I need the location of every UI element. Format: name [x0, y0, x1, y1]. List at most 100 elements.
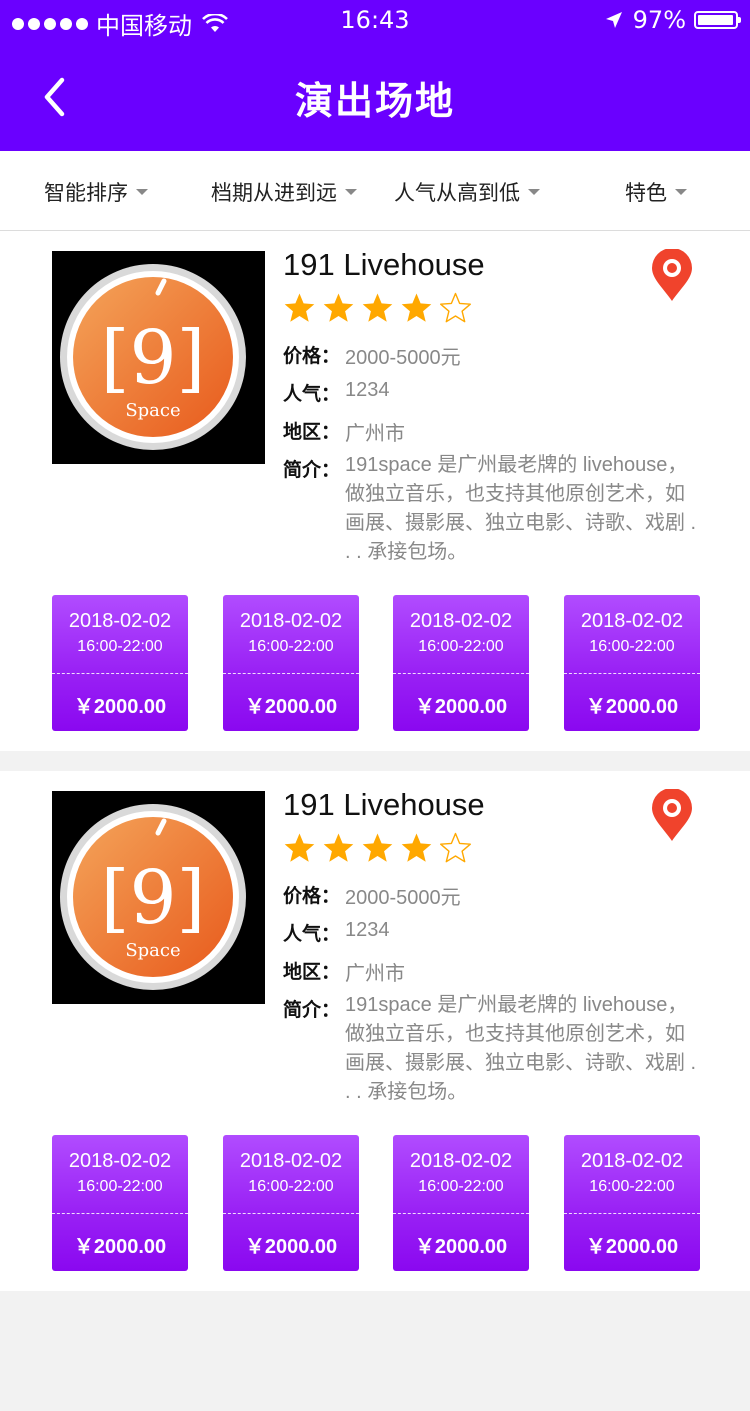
popularity-value: 1234 — [345, 379, 390, 401]
venue-logo-image: [9] Space — [52, 791, 265, 1004]
slot-price: ￥2000.00 — [414, 1236, 508, 1258]
schedule-slot[interactable]: 2018-02-02 16:00-22:00 ￥2000.00 — [52, 1135, 188, 1271]
region-row: 地区： 广州市 — [283, 957, 405, 986]
star-empty-icon — [440, 292, 471, 323]
slot-time: 16:00-22:00 — [589, 638, 675, 655]
slot-date: 2018-02-02 — [580, 610, 684, 632]
price-label: 价格： — [283, 885, 341, 907]
slot-date: 2018-02-02 — [409, 610, 513, 632]
battery-percent: 97% — [632, 6, 686, 34]
region-value: 广州市 — [345, 963, 405, 985]
intro-label: 简介： — [283, 459, 341, 481]
slot-time: 16:00-22:00 — [589, 1178, 675, 1195]
caret-down-icon — [675, 189, 687, 195]
slot-price: ￥2000.00 — [585, 696, 679, 718]
schedule-slot[interactable]: 2018-02-02 16:00-22:00 ￥2000.00 — [52, 595, 188, 731]
venue-name[interactable]: 191 Livehouse — [283, 247, 485, 283]
svg-text:Space: Space — [125, 940, 180, 961]
filter-schedule[interactable]: 档期从进到远 — [211, 177, 357, 207]
filter-bar: 智能排序 档期从进到远 人气从高到低 特色 — [0, 151, 750, 231]
venue-card[interactable]: [9] Space 191 Livehouse 价格： 2000-5000元 人… — [0, 231, 750, 751]
price-value: 2000-5000元 — [345, 887, 461, 909]
star-filled-icon — [362, 833, 393, 862]
location-arrow-icon — [605, 12, 622, 28]
intro-value: 191space 是广州最老牌的 livehouse，做独立音乐，也支持其他原创… — [345, 454, 697, 563]
status-bar: 中国移动 16:43 97% — [0, 0, 750, 42]
slot-divider — [564, 673, 700, 674]
star-filled-icon — [362, 293, 393, 322]
venue-logo-image: [9] Space — [52, 251, 265, 464]
price-row: 价格： 2000-5000元 — [283, 881, 461, 910]
slot-price: ￥2000.00 — [244, 1236, 338, 1258]
filter-features[interactable]: 特色 — [625, 177, 687, 207]
filter-label: 档期从进到远 — [211, 181, 337, 205]
slot-time: 16:00-22:00 — [248, 1178, 334, 1195]
filter-popularity[interactable]: 人气从高到低 — [394, 177, 540, 207]
schedule-slot[interactable]: 2018-02-02 16:00-22:00 ￥2000.00 — [223, 1135, 359, 1271]
region-row: 地区： 广州市 — [283, 417, 405, 446]
slot-price: ￥2000.00 — [244, 696, 338, 718]
price-row: 价格： 2000-5000元 — [283, 341, 461, 370]
slot-divider — [52, 1213, 188, 1214]
page-title: 演出场地 — [294, 79, 455, 123]
slot-divider — [564, 1213, 700, 1214]
intro-row: 简介： 191space 是广州最老牌的 livehouse，做独立音乐，也支持… — [283, 454, 701, 567]
filter-label: 智能排序 — [44, 181, 128, 205]
slot-time: 16:00-22:00 — [77, 638, 163, 655]
venue-logo[interactable]: [9] Space — [52, 251, 265, 464]
schedule-slot[interactable]: 2018-02-02 16:00-22:00 ￥2000.00 — [393, 595, 529, 731]
price-label: 价格： — [283, 345, 341, 367]
slot-price: ￥2000.00 — [73, 696, 167, 718]
slot-time: 16:00-22:00 — [77, 1178, 163, 1195]
intro-row: 简介： 191space 是广州最老牌的 livehouse，做独立音乐，也支持… — [283, 994, 701, 1107]
map-pin-icon[interactable] — [650, 249, 694, 303]
filter-label: 特色 — [625, 181, 667, 205]
star-empty-icon — [440, 832, 471, 863]
svg-text:[9]: [9] — [101, 315, 206, 401]
schedule-slot[interactable]: 2018-02-02 16:00-22:00 ￥2000.00 — [223, 595, 359, 731]
slot-date: 2018-02-02 — [68, 1150, 172, 1172]
battery-icon — [694, 11, 741, 29]
star-filled-icon — [323, 833, 354, 862]
slot-price: ￥2000.00 — [73, 1236, 167, 1258]
popularity-value: 1234 — [345, 919, 390, 941]
star-filled-icon — [401, 293, 432, 322]
intro-label: 简介： — [283, 999, 341, 1021]
caret-down-icon — [528, 189, 540, 195]
star-filled-icon — [284, 293, 315, 322]
status-right: 97% — [605, 6, 741, 34]
rating-stars — [283, 832, 472, 865]
region-value: 广州市 — [345, 423, 405, 445]
venue-name[interactable]: 191 Livehouse — [283, 787, 485, 823]
slot-time: 16:00-22:00 — [418, 1178, 504, 1195]
venue-card[interactable]: [9] Space 191 Livehouse 价格： 2000-5000元 人… — [0, 771, 750, 1291]
app-header: 中国移动 16:43 97% 演出场地 — [0, 0, 750, 151]
rating-stars — [283, 292, 472, 325]
schedule-slot[interactable]: 2018-02-02 16:00-22:00 ￥2000.00 — [393, 1135, 529, 1271]
slot-divider — [393, 1213, 529, 1214]
filter-smart-sort[interactable]: 智能排序 — [44, 177, 148, 207]
schedule-slot[interactable]: 2018-02-02 16:00-22:00 ￥2000.00 — [564, 1135, 700, 1271]
star-filled-icon — [284, 833, 315, 862]
slot-date: 2018-02-02 — [239, 610, 343, 632]
caret-down-icon — [345, 189, 357, 195]
venue-logo[interactable]: [9] Space — [52, 791, 265, 1004]
slot-date: 2018-02-02 — [580, 1150, 684, 1172]
region-label: 地区： — [283, 961, 341, 983]
slot-date: 2018-02-02 — [409, 1150, 513, 1172]
slot-date: 2018-02-02 — [239, 1150, 343, 1172]
schedule-slot[interactable]: 2018-02-02 16:00-22:00 ￥2000.00 — [564, 595, 700, 731]
star-filled-icon — [401, 833, 432, 862]
popularity-row: 人气： 1234 — [283, 919, 390, 946]
slot-date: 2018-02-02 — [68, 610, 172, 632]
slot-price: ￥2000.00 — [414, 696, 508, 718]
slot-divider — [223, 673, 359, 674]
slot-divider — [52, 673, 188, 674]
svg-text:[9]: [9] — [101, 855, 206, 941]
map-pin-icon[interactable] — [650, 789, 694, 843]
star-filled-icon — [323, 293, 354, 322]
price-value: 2000-5000元 — [345, 347, 461, 369]
slot-price: ￥2000.00 — [585, 1236, 679, 1258]
region-label: 地区： — [283, 421, 341, 443]
svg-text:Space: Space — [125, 400, 180, 421]
